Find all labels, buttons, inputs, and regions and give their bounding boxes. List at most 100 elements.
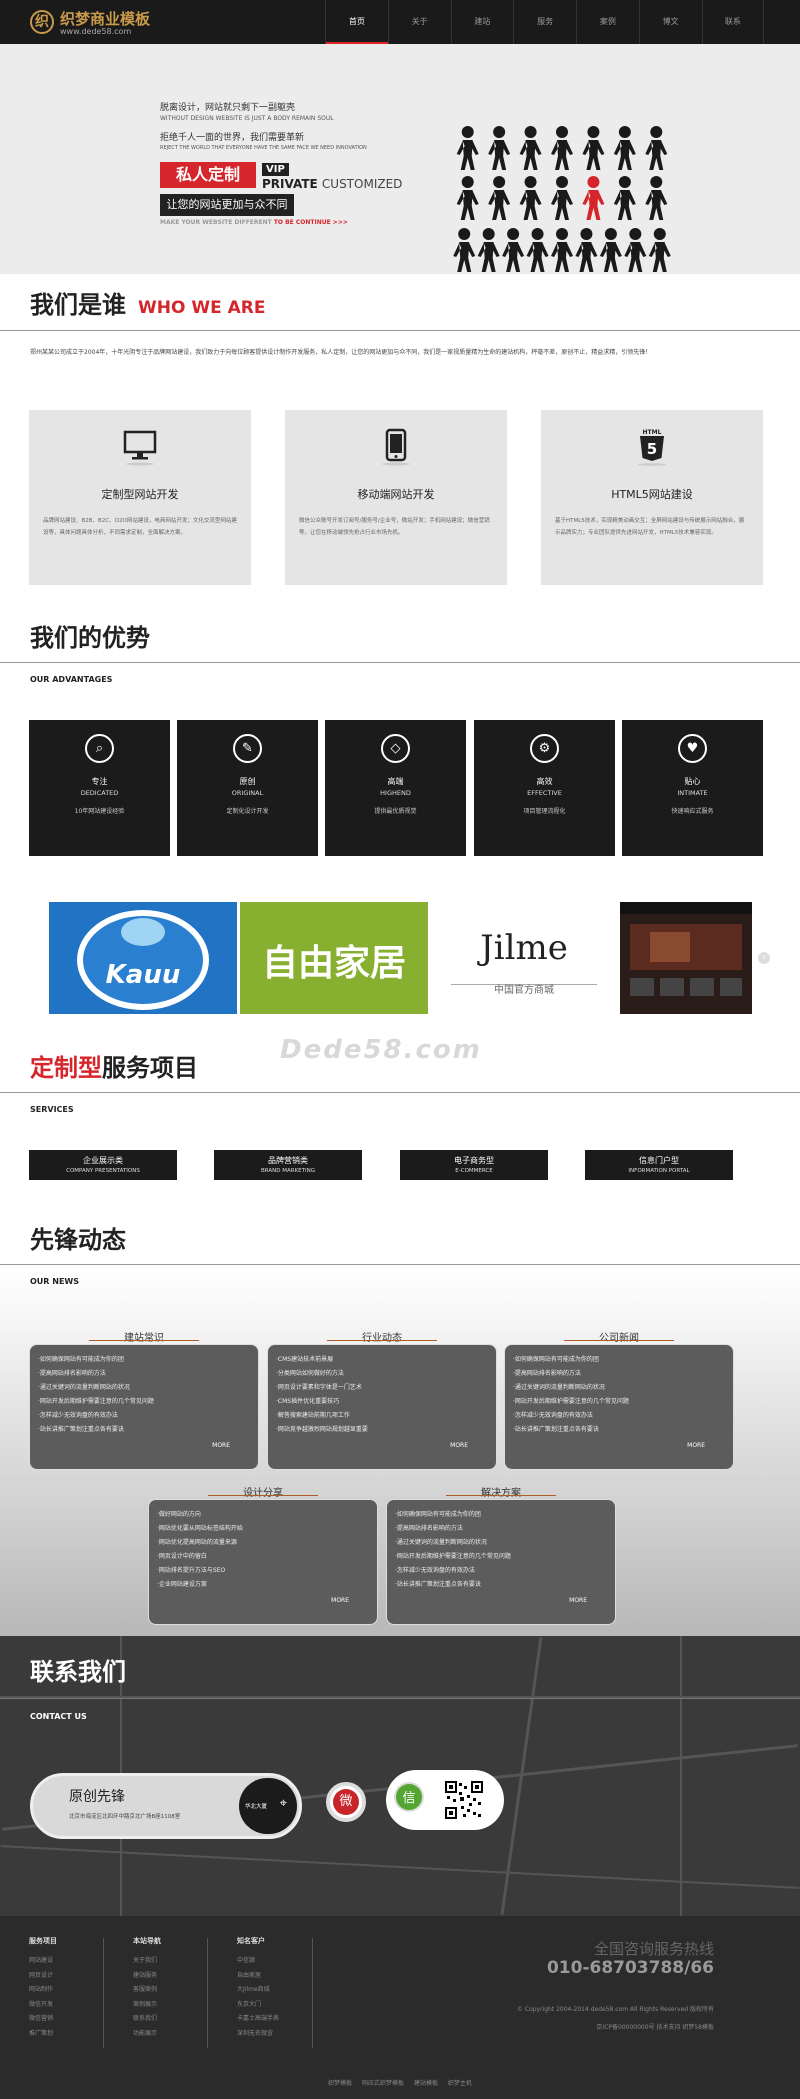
footer-link[interactable]: 中信银 <box>237 1954 279 1969</box>
footer-link[interactable]: 功能展示 <box>133 2027 161 2042</box>
news-link[interactable]: ·站长讲推广策划注重点各有要诀 <box>513 1423 725 1437</box>
news-link[interactable]: ·怎样减少无效询盘的有效办法 <box>38 1409 250 1423</box>
footer-link[interactable]: 卡嘉士高端手表 <box>237 2012 279 2027</box>
service-card-desc: 微信公众账号开发订阅号/服务号/企业号，微站开发；手机网站建设；微信营销等，让您… <box>299 518 490 536</box>
partner-jilme-sub: 中国官方商城 <box>488 985 560 996</box>
hotline-number: 010-68703788/66 <box>546 1958 714 1978</box>
advantage-cn: 高端 <box>387 777 404 786</box>
service-type-brand[interactable]: 品牌营销类 BRAND MARKETING <box>214 1150 362 1180</box>
more-link[interactable]: MORE <box>569 1597 587 1604</box>
nav-cases[interactable]: 案例 <box>576 0 639 44</box>
news-link[interactable]: ·网站排名提升方法与SEO <box>157 1564 369 1578</box>
footer-link[interactable]: 微信开发 <box>29 1998 57 2013</box>
news-link[interactable]: ·网站优化提高网站的流量来源 <box>157 1536 369 1550</box>
news-link[interactable]: ·怎样减少无效询盘的有效办法 <box>395 1564 607 1578</box>
news-link[interactable]: ·网站开发后期维护需要注意的几个常见问题 <box>395 1550 607 1564</box>
service-type-portal[interactable]: 信息门户型 INFORMATION PORTAL <box>585 1150 733 1180</box>
footer-link[interactable]: 网站建设 <box>29 1954 57 1969</box>
news-link[interactable]: ·通过关键词的流量判断网站的状况 <box>395 1536 607 1550</box>
news-link[interactable]: ·提高网站排名影响的方法 <box>395 1522 607 1536</box>
footer-link[interactable]: 推广策划 <box>29 2027 57 2042</box>
news-link[interactable]: ·如何确保网站有可能成为你的团 <box>38 1353 250 1367</box>
friend-link[interactable]: 建站模板 <box>414 2080 438 2087</box>
contact-sub: CONTACT US <box>30 1712 87 1721</box>
news-link[interactable]: ·站长讲推广策划注重点各有要诀 <box>395 1578 607 1592</box>
nav-build[interactable]: 建站 <box>450 0 514 44</box>
news-box-title[interactable]: 公司新闻 <box>593 1333 645 1344</box>
footer-col-clients: 知名客户 中信银 自由家居 大Jilme商城 东京大门 卡嘉士高端手表 深圳无名… <box>237 1936 279 2041</box>
nav-service[interactable]: 服务 <box>513 0 576 44</box>
footer-link[interactable]: 案例展示 <box>133 1998 161 2013</box>
news-link[interactable]: ·网站开发后期维护需要注意的几个常见问题 <box>38 1395 250 1409</box>
service-card-custom[interactable]: 定制型网站开发 品牌网站建设、B2B、B2C、O2O网站建设，电商网站开发；文化… <box>29 410 251 585</box>
service-type-ecommerce[interactable]: 电子商务型 E-COMMERCE <box>400 1150 548 1180</box>
friend-link[interactable]: 织梦主机 <box>448 2080 472 2087</box>
footer-link[interactable]: 自由家居 <box>237 1969 279 1984</box>
news-link[interactable]: ·提高网站排名影响的方法 <box>513 1367 725 1381</box>
partner-kauu-text: Kauu <box>105 960 181 990</box>
about-title: 我们是谁 WHO WE ARE <box>30 285 266 320</box>
news-link[interactable]: ·网页设计要素和字体是一门艺术 <box>276 1381 488 1395</box>
news-link[interactable]: ·怎样减少无效询盘的有效办法 <box>513 1409 725 1423</box>
news-box-title[interactable]: 解决方案 <box>475 1488 527 1499</box>
footer-link[interactable]: 大Jilme商城 <box>237 1983 279 1998</box>
more-link[interactable]: MORE <box>331 1597 349 1604</box>
news-link[interactable]: ·CMS插件优化重要技巧 <box>276 1395 488 1409</box>
more-link[interactable]: MORE <box>687 1442 705 1449</box>
partner-kauu-logo[interactable]: Kauu <box>49 902 237 1014</box>
service-card-mobile[interactable]: 移动端网站开发 微信公众账号开发订阅号/服务号/企业号，微站开发；手机网站建设；… <box>285 410 507 585</box>
news-link[interactable]: ·网页设计中的留白 <box>157 1550 369 1564</box>
news-link[interactable]: ·通过关键词的流量判断网站的状况 <box>513 1381 725 1395</box>
news-box-title[interactable]: 设计分享 <box>237 1488 289 1499</box>
map-location-button[interactable]: 华北大厦 ⌖ <box>239 1778 297 1834</box>
news-link[interactable]: ·通过关键词的流量判断网站的状况 <box>38 1381 250 1395</box>
advantage-effective: ⚙ 高效 EFFECTIVE 项目管理流程化 <box>474 720 615 856</box>
news-box-title[interactable]: 行业动态 <box>356 1333 408 1344</box>
news-link[interactable]: ·做好网站的方向 <box>157 1508 369 1522</box>
news-link[interactable]: ·企业网站建设方案 <box>157 1578 369 1592</box>
news-link[interactable]: ·网站竞争越激烈网站规划越显重要 <box>276 1423 488 1437</box>
footer-link[interactable]: 深圳无名微宣 <box>237 2027 279 2042</box>
site-footer: 服务项目 网站建设 网页设计 网站制作 微信开发 微信营销 推广策划 本站导航 … <box>0 1916 800 2099</box>
news-link[interactable]: ·如何确保网站有可能成为你的团 <box>513 1353 725 1367</box>
address-card: 原创先锋 北京市海淀区北四环中路京北广场B座1108室 华北大厦 ⌖ <box>30 1773 302 1839</box>
news-link[interactable]: ·网站优化要从网站标签结构开始 <box>157 1522 369 1536</box>
about-title-en: WHO WE ARE <box>138 298 266 318</box>
footer-link[interactable]: 微信营销 <box>29 2012 57 2027</box>
partner-website-screenshot[interactable] <box>620 902 752 1014</box>
news-link[interactable]: ·解答搜索建站前期几项工作 <box>276 1409 488 1423</box>
advantages-divider <box>0 662 800 663</box>
site-logo[interactable]: 织 织梦商业模板 www.dede58.com <box>30 8 160 38</box>
news-link[interactable]: ·CMS建站技术前景展 <box>276 1353 488 1367</box>
friend-link[interactable]: 织梦模板 <box>328 2080 352 2087</box>
advantage-en: EFFECTIVE <box>527 789 562 797</box>
nav-about[interactable]: 关于 <box>387 0 451 44</box>
footer-link[interactable]: 网页设计 <box>29 1969 57 1984</box>
news-link[interactable]: ·分类网站如何做好的方法 <box>276 1367 488 1381</box>
footer-col-nav: 本站导航 关于我们 建站服务 客服案例 案例展示 联系我们 功能展示 <box>133 1936 161 2041</box>
nav-home[interactable]: 首页 <box>325 0 388 44</box>
icp-text: 京ICP备00000000号 技术支持 织梦58模板 <box>596 2024 714 2031</box>
footer-link[interactable]: 网站制作 <box>29 1983 57 1998</box>
partner-ziyou-logo[interactable]: 自由家居 <box>240 902 428 1014</box>
friend-link[interactable]: 响应式织梦模板 <box>362 2080 404 2087</box>
news-link[interactable]: ·提高网站排名影响的方法 <box>38 1367 250 1381</box>
carousel-next-button[interactable]: › <box>758 952 770 964</box>
footer-link[interactable]: 东京大门 <box>237 1998 279 2013</box>
news-box-title[interactable]: 建站常识 <box>118 1333 170 1344</box>
footer-link[interactable]: 联系我们 <box>133 2012 161 2027</box>
footer-link[interactable]: 建站服务 <box>133 1969 161 1984</box>
nav-blog[interactable]: 博文 <box>638 0 702 44</box>
service-card-html5[interactable]: HTML 5 HTML5网站建设 基于HTML5技术，实现精美动画交互；全屏网站建… <box>541 410 763 585</box>
news-link[interactable]: ·如何确保网站有可能成为你的团 <box>395 1508 607 1522</box>
partner-jilme-logo[interactable]: Jilme 中国官方商城 <box>431 902 617 1014</box>
service-type-company[interactable]: 企业展示类 COMPANY PRESENTATIONS <box>29 1150 177 1180</box>
footer-link[interactable]: 客服案例 <box>133 1983 161 1998</box>
news-link[interactable]: ·站长讲推广策划注重点各有要诀 <box>38 1423 250 1437</box>
more-link[interactable]: MORE <box>212 1442 230 1449</box>
weibo-button[interactable]: 微 <box>326 1782 366 1822</box>
more-link[interactable]: MORE <box>450 1442 468 1449</box>
nav-contact[interactable]: 联系 <box>701 0 765 44</box>
footer-link[interactable]: 关于我们 <box>133 1954 161 1969</box>
news-link[interactable]: ·网站开发后期维护需要注意的几个常见问题 <box>513 1395 725 1409</box>
